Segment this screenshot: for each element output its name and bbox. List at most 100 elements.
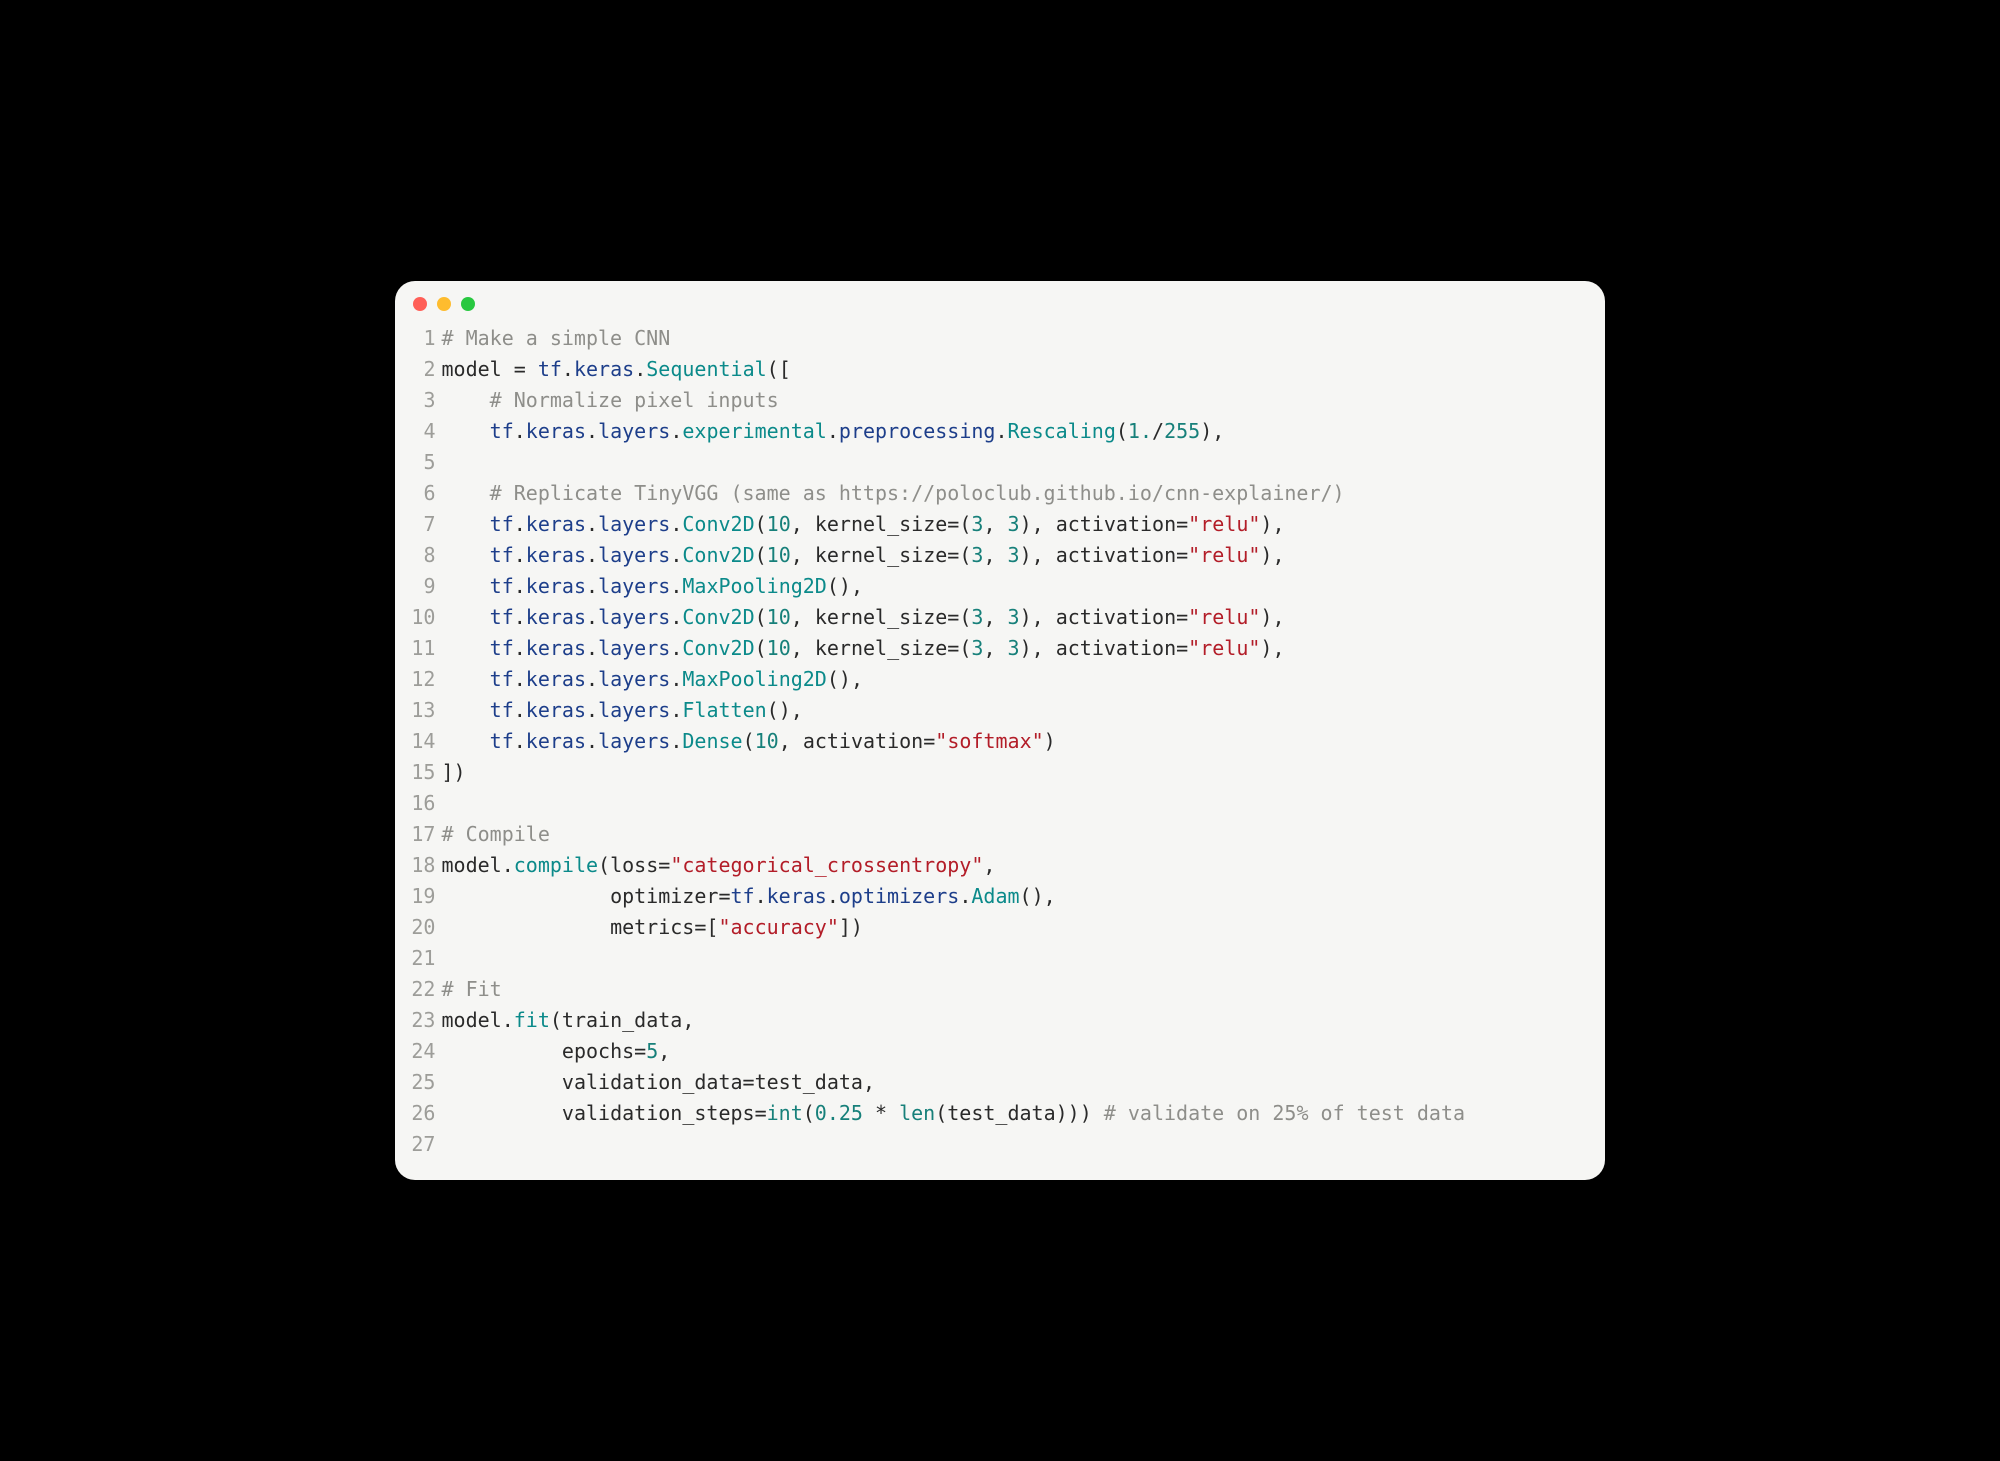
token: . (670, 667, 682, 691)
token (441, 698, 489, 722)
token: layers (598, 512, 670, 536)
token: 0.25 (815, 1101, 863, 1125)
code-line[interactable]: 11 tf.keras.layers.Conv2D(10, kernel_siz… (409, 633, 1591, 664)
token: # validate on 25% of test data (1104, 1101, 1465, 1125)
line-source[interactable]: tf.keras.layers.Conv2D(10, kernel_size=(… (441, 633, 1591, 664)
token: model (441, 853, 501, 877)
line-source[interactable]: tf.keras.layers.MaxPooling2D(), (441, 571, 1591, 602)
code-line[interactable]: 5 (409, 447, 1591, 478)
line-source[interactable]: epochs=5, (441, 1036, 1591, 1067)
token: "relu" (1188, 636, 1260, 660)
code-line[interactable]: 15]) (409, 757, 1591, 788)
code-line[interactable]: 8 tf.keras.layers.Conv2D(10, kernel_size… (409, 540, 1591, 571)
line-source[interactable]: model.compile(loss="categorical_crossent… (441, 850, 1591, 881)
line-source[interactable]: # Replicate TinyVGG (same as https://pol… (441, 478, 1591, 509)
line-source[interactable]: tf.keras.layers.Conv2D(10, kernel_size=(… (441, 602, 1591, 633)
code-line[interactable]: 17# Compile (409, 819, 1591, 850)
line-source[interactable]: # Normalize pixel inputs (441, 385, 1591, 416)
token: . (586, 636, 598, 660)
line-source[interactable]: tf.keras.layers.experimental.preprocessi… (441, 416, 1591, 447)
line-source[interactable]: validation_steps=int(0.25 * len(test_dat… (441, 1098, 1591, 1129)
code-line[interactable]: 7 tf.keras.layers.Conv2D(10, kernel_size… (409, 509, 1591, 540)
token: keras (526, 698, 586, 722)
token: "relu" (1188, 512, 1260, 536)
line-source[interactable]: # Compile (441, 819, 1591, 850)
line-source[interactable]: validation_data=test_data, (441, 1067, 1591, 1098)
code-line[interactable]: 23model.fit(train_data, (409, 1005, 1591, 1036)
line-source[interactable] (441, 1129, 1591, 1160)
code-line[interactable]: 6 # Replicate TinyVGG (same as https://p… (409, 478, 1591, 509)
code-line[interactable]: 3 # Normalize pixel inputs (409, 385, 1591, 416)
traffic-light-zoom-icon[interactable] (461, 297, 475, 311)
traffic-light-minimize-icon[interactable] (437, 297, 451, 311)
line-source[interactable]: tf.keras.layers.Flatten(), (441, 695, 1591, 726)
line-source[interactable]: tf.keras.layers.Dense(10, activation="so… (441, 726, 1591, 757)
code-line[interactable]: 9 tf.keras.layers.MaxPooling2D(), (409, 571, 1591, 602)
token: . (514, 512, 526, 536)
token: experimental (682, 419, 827, 443)
code-line[interactable]: 10 tf.keras.layers.Conv2D(10, kernel_siz… (409, 602, 1591, 633)
line-source[interactable]: model.fit(train_data, (441, 1005, 1591, 1036)
code-line[interactable]: 16 (409, 788, 1591, 819)
token: tf (490, 729, 514, 753)
code-line[interactable]: 24 epochs=5, (409, 1036, 1591, 1067)
code-line[interactable]: 4 tf.keras.layers.experimental.preproces… (409, 416, 1591, 447)
line-source[interactable] (441, 447, 1591, 478)
traffic-light-close-icon[interactable] (413, 297, 427, 311)
code-line[interactable]: 13 tf.keras.layers.Flatten(), (409, 695, 1591, 726)
line-source[interactable]: ]) (441, 757, 1591, 788)
token: . (634, 357, 646, 381)
code-line[interactable]: 26 validation_steps=int(0.25 * len(test_… (409, 1098, 1591, 1129)
code-line[interactable]: 21 (409, 943, 1591, 974)
code-line[interactable]: 22# Fit (409, 974, 1591, 1005)
line-source[interactable] (441, 943, 1591, 974)
token: 3 (1008, 636, 1020, 660)
code-line[interactable]: 14 tf.keras.layers.Dense(10, activation=… (409, 726, 1591, 757)
line-number: 19 (409, 881, 441, 912)
line-number: 2 (409, 354, 441, 385)
token: "relu" (1188, 543, 1260, 567)
token: keras (526, 605, 586, 629)
token: . (586, 605, 598, 629)
token: (), (767, 698, 803, 722)
token: = (514, 357, 538, 381)
line-source[interactable]: model = tf.keras.Sequential([ (441, 354, 1591, 385)
token: model (441, 1008, 501, 1032)
code-line[interactable]: 19 optimizer=tf.keras.optimizers.Adam(), (409, 881, 1591, 912)
line-source[interactable]: # Make a simple CNN (441, 323, 1591, 354)
token: = (743, 1070, 755, 1094)
line-number: 6 (409, 478, 441, 509)
code-line[interactable]: 25 validation_data=test_data, (409, 1067, 1591, 1098)
token: 10 (767, 543, 791, 567)
line-number: 7 (409, 509, 441, 540)
token: . (959, 884, 971, 908)
line-source[interactable]: tf.keras.layers.MaxPooling2D(), (441, 664, 1591, 695)
token: tf (490, 605, 514, 629)
token (441, 419, 489, 443)
code-line[interactable]: 18model.compile(loss="categorical_crosse… (409, 850, 1591, 881)
line-source[interactable] (441, 788, 1591, 819)
code-line[interactable]: 12 tf.keras.layers.MaxPooling2D(), (409, 664, 1591, 695)
line-source[interactable]: metrics=["accuracy"]) (441, 912, 1591, 943)
line-number: 12 (409, 664, 441, 695)
code-line[interactable]: 1# Make a simple CNN (409, 323, 1591, 354)
line-source[interactable]: tf.keras.layers.Conv2D(10, kernel_size=(… (441, 540, 1591, 571)
line-source[interactable]: optimizer=tf.keras.optimizers.Adam(), (441, 881, 1591, 912)
code-line[interactable]: 27 (409, 1129, 1591, 1160)
code-line[interactable]: 2model = tf.keras.Sequential([ (409, 354, 1591, 385)
code-line[interactable]: 20 metrics=["accuracy"]) (409, 912, 1591, 943)
token: test_data (755, 1070, 863, 1094)
token: ), (1200, 419, 1224, 443)
line-source[interactable]: tf.keras.layers.Conv2D(10, kernel_size=(… (441, 509, 1591, 540)
token: , (682, 1008, 694, 1032)
line-number: 8 (409, 540, 441, 571)
token: . (514, 667, 526, 691)
line-number: 18 (409, 850, 441, 881)
token: "relu" (1188, 605, 1260, 629)
code-block[interactable]: 1# Make a simple CNN2model = tf.keras.Se… (395, 319, 1605, 1160)
token: 3 (1008, 605, 1020, 629)
token: ( (755, 636, 767, 660)
token: layers (598, 543, 670, 567)
token: . (670, 729, 682, 753)
line-source[interactable]: # Fit (441, 974, 1591, 1005)
